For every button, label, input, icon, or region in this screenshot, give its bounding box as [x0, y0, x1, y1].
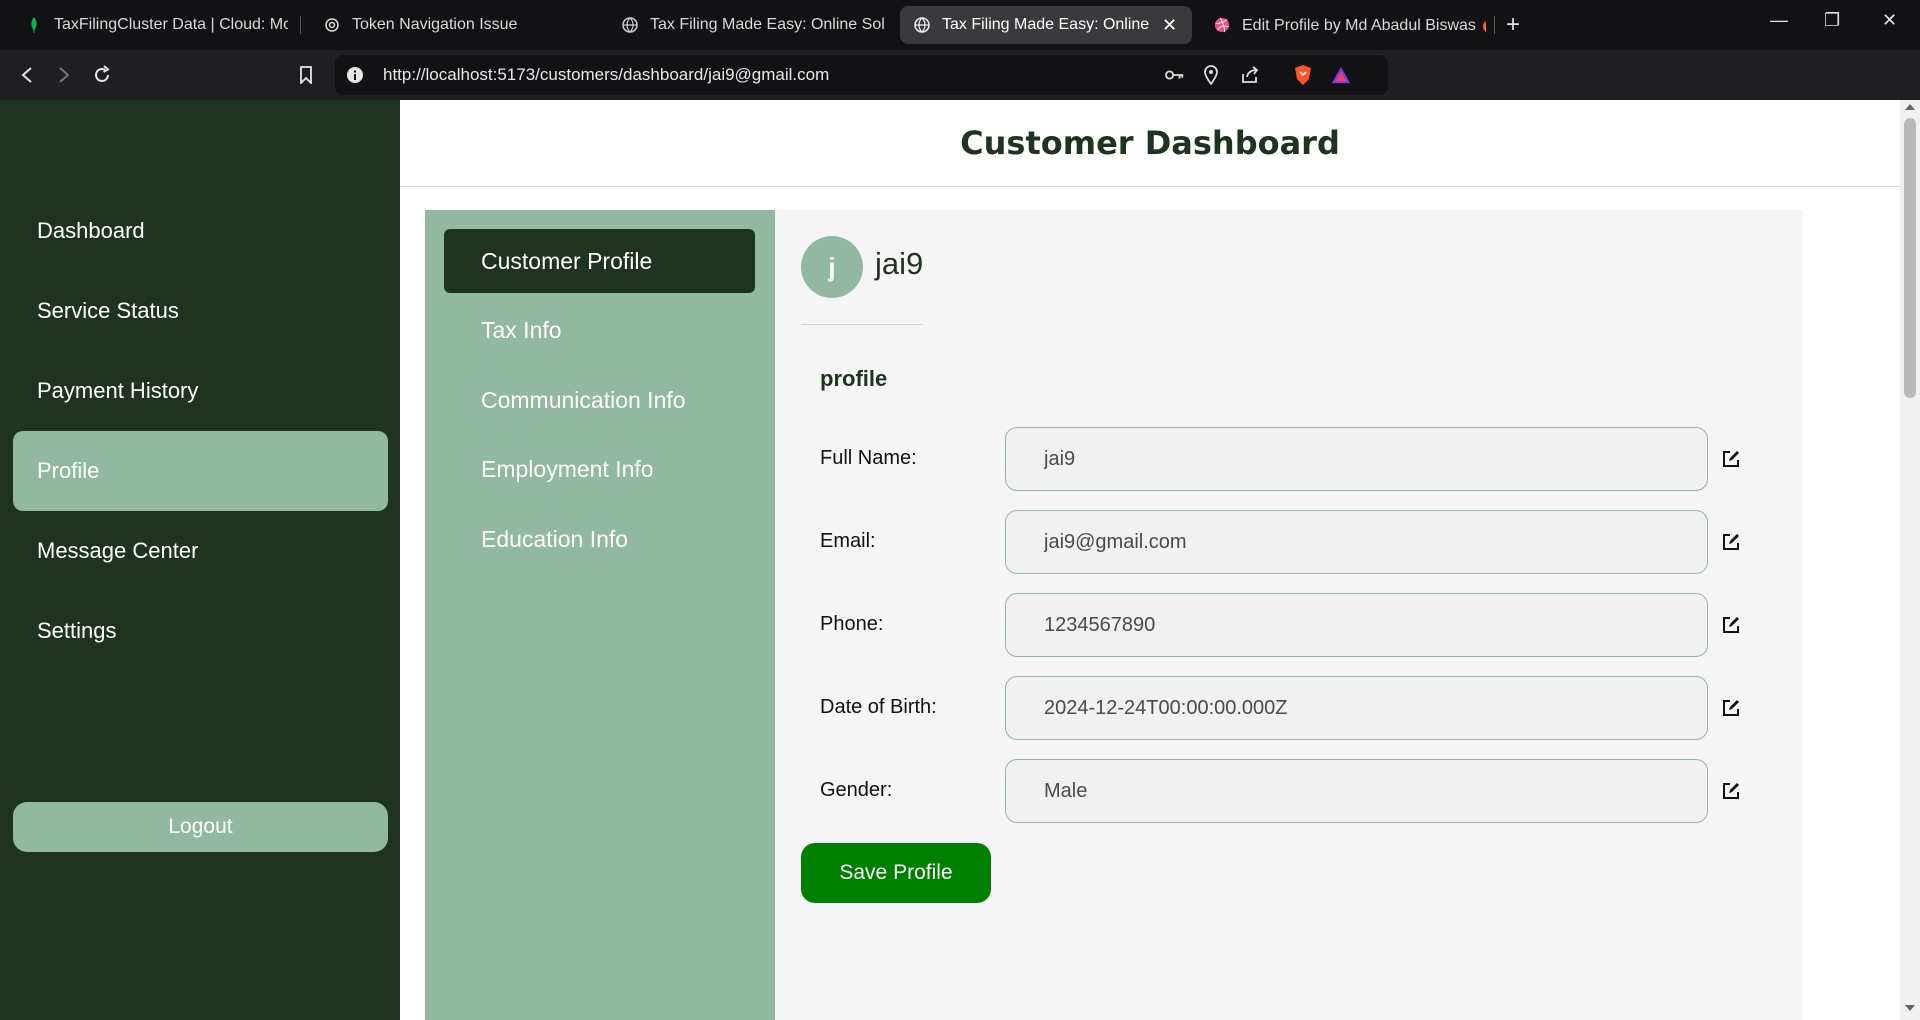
forward-icon[interactable]: [51, 62, 77, 88]
subnav-item-tax-info[interactable]: Tax Info: [444, 298, 755, 362]
profile-content: j jai9 profile Full Name: Email: Phone:: [775, 210, 1803, 1020]
edit-icon[interactable]: [1719, 447, 1743, 471]
sidebar-item-label: Profile: [37, 458, 100, 483]
subnav-item-label: Tax Info: [481, 316, 562, 343]
form-row-email: Email:: [775, 510, 1803, 576]
key-icon[interactable]: [1165, 65, 1185, 85]
subnav-item-label: Customer Profile: [481, 247, 653, 274]
openai-icon: [324, 17, 340, 33]
dribbble-icon: [1214, 17, 1230, 33]
subnav-item-employment-info[interactable]: Employment Info: [444, 437, 755, 501]
sidebar-item-label: Dashboard: [37, 218, 145, 243]
field-label: Gender:: [820, 779, 893, 801]
email-field[interactable]: [1005, 510, 1708, 574]
browser-tab[interactable]: Edit Profile by Md Abadul Biswas 🔥: [1200, 6, 1500, 44]
edit-icon[interactable]: [1719, 696, 1743, 720]
close-window-icon[interactable]: ✕: [1882, 10, 1897, 31]
back-icon[interactable]: [14, 62, 40, 88]
tab-title: Tax Filing Made Easy: Online Solutio: [650, 16, 884, 33]
bookmark-icon[interactable]: [293, 62, 319, 88]
address-bar[interactable]: http://localhost:5173/customers/dashboar…: [335, 55, 1388, 95]
field-label: Email:: [820, 530, 876, 552]
url-text[interactable]: http://localhost:5173/customers/dashboar…: [383, 65, 829, 85]
field-label: Phone:: [820, 613, 884, 635]
profile-subnav: Customer Profile Tax Info Communication …: [425, 210, 775, 1020]
username: jai9: [875, 246, 924, 281]
subnav-item-label: Education Info: [481, 525, 629, 552]
sidebar-item-dashboard[interactable]: Dashboard: [13, 191, 388, 271]
field-label: Full Name:: [820, 447, 917, 469]
page-viewport: Dashboard Service Status Payment History…: [0, 100, 1920, 1020]
sidebar-item-label: Settings: [37, 618, 117, 643]
edit-icon[interactable]: [1719, 530, 1743, 554]
sidebar-item-label: Payment History: [37, 378, 199, 403]
browser-toolbar: http://localhost:5173/customers/dashboar…: [0, 50, 1920, 136]
sidebar-item-label: Service Status: [37, 298, 179, 323]
logout-button[interactable]: Logout: [13, 802, 388, 852]
mongodb-leaf-icon: [26, 17, 42, 33]
divider: [801, 324, 923, 325]
location-pin-icon[interactable]: [1201, 65, 1221, 85]
globe-icon: [622, 17, 638, 33]
browser-tab[interactable]: Token Navigation Issue: [310, 6, 600, 44]
browser-tab[interactable]: Tax Filing Made Easy: Online Solutio: [608, 6, 898, 44]
sidebar-item-label: Message Center: [37, 538, 199, 563]
tab-separator: [300, 16, 301, 34]
close-tab-icon[interactable]: ✕: [1162, 15, 1177, 36]
tab-title: Token Navigation Issue: [352, 16, 518, 33]
save-profile-button[interactable]: Save Profile: [801, 843, 991, 903]
site-info-icon[interactable]: [345, 65, 365, 85]
form-row-date-of-birth: Date of Birth:: [775, 676, 1803, 742]
scrollbar-thumb[interactable]: [1904, 118, 1916, 398]
avatar: j: [801, 236, 863, 298]
tab-title: Tax Filing Made Easy: Online So: [942, 16, 1152, 33]
edit-icon[interactable]: [1719, 613, 1743, 637]
form-row-full-name: Full Name:: [775, 427, 1803, 493]
sidebar-item-profile[interactable]: Profile: [13, 431, 388, 511]
page-title: Customer Dashboard: [960, 124, 1340, 162]
profile-panel: Customer Profile Tax Info Communication …: [425, 210, 1803, 1020]
tab-separator: [1494, 16, 1495, 34]
share-icon[interactable]: [1240, 65, 1260, 85]
sidebar-item-service-status[interactable]: Service Status: [13, 271, 388, 351]
sidebar-item-payment-history[interactable]: Payment History: [13, 351, 388, 431]
scroll-up-icon[interactable]: [1905, 104, 1915, 110]
restore-icon[interactable]: ❐: [1824, 10, 1840, 31]
sidebar-item-message-center[interactable]: Message Center: [13, 511, 388, 591]
gender-field[interactable]: [1005, 759, 1708, 823]
tab-title: TaxFilingCluster Data | Cloud: Mong: [54, 16, 288, 33]
subnav-item-communication-info[interactable]: Communication Info: [444, 368, 755, 432]
subnav-item-label: Employment Info: [481, 455, 654, 482]
date-of-birth-field[interactable]: [1005, 676, 1708, 740]
sidebar-item-settings[interactable]: Settings: [13, 591, 388, 671]
browser-tab-active[interactable]: Tax Filing Made Easy: Online So ✕: [900, 6, 1192, 44]
brave-shield-icon[interactable]: [1293, 65, 1313, 85]
browser-tab[interactable]: TaxFilingCluster Data | Cloud: Mong: [12, 6, 302, 44]
minimize-icon[interactable]: —: [1770, 10, 1788, 31]
tab-title: Edit Profile by Md Abadul Biswas 🔥: [1242, 17, 1486, 34]
subnav-item-education-info[interactable]: Education Info: [444, 507, 755, 571]
section-title: profile: [820, 366, 888, 391]
form-row-phone: Phone:: [775, 593, 1803, 659]
browser-tab-bar: TaxFilingCluster Data | Cloud: Mong Toke…: [0, 0, 1920, 50]
form-row-gender: Gender:: [775, 759, 1803, 825]
brave-rewards-icon[interactable]: [1331, 65, 1351, 85]
field-label: Date of Birth:: [820, 696, 937, 718]
sidebar: Dashboard Service Status Payment History…: [0, 100, 400, 1020]
subnav-item-label: Communication Info: [481, 386, 686, 413]
new-tab-button[interactable]: +: [1506, 10, 1520, 40]
page-scrollbar[interactable]: [1900, 100, 1920, 1020]
globe-icon: [914, 17, 930, 33]
page-header: Customer Dashboard: [400, 100, 1900, 187]
scroll-down-icon[interactable]: [1905, 1005, 1915, 1011]
phone-field[interactable]: [1005, 593, 1708, 657]
reload-icon[interactable]: [89, 62, 115, 88]
subnav-item-customer-profile[interactable]: Customer Profile: [444, 229, 755, 293]
edit-icon[interactable]: [1719, 779, 1743, 803]
full-name-field[interactable]: [1005, 427, 1708, 491]
